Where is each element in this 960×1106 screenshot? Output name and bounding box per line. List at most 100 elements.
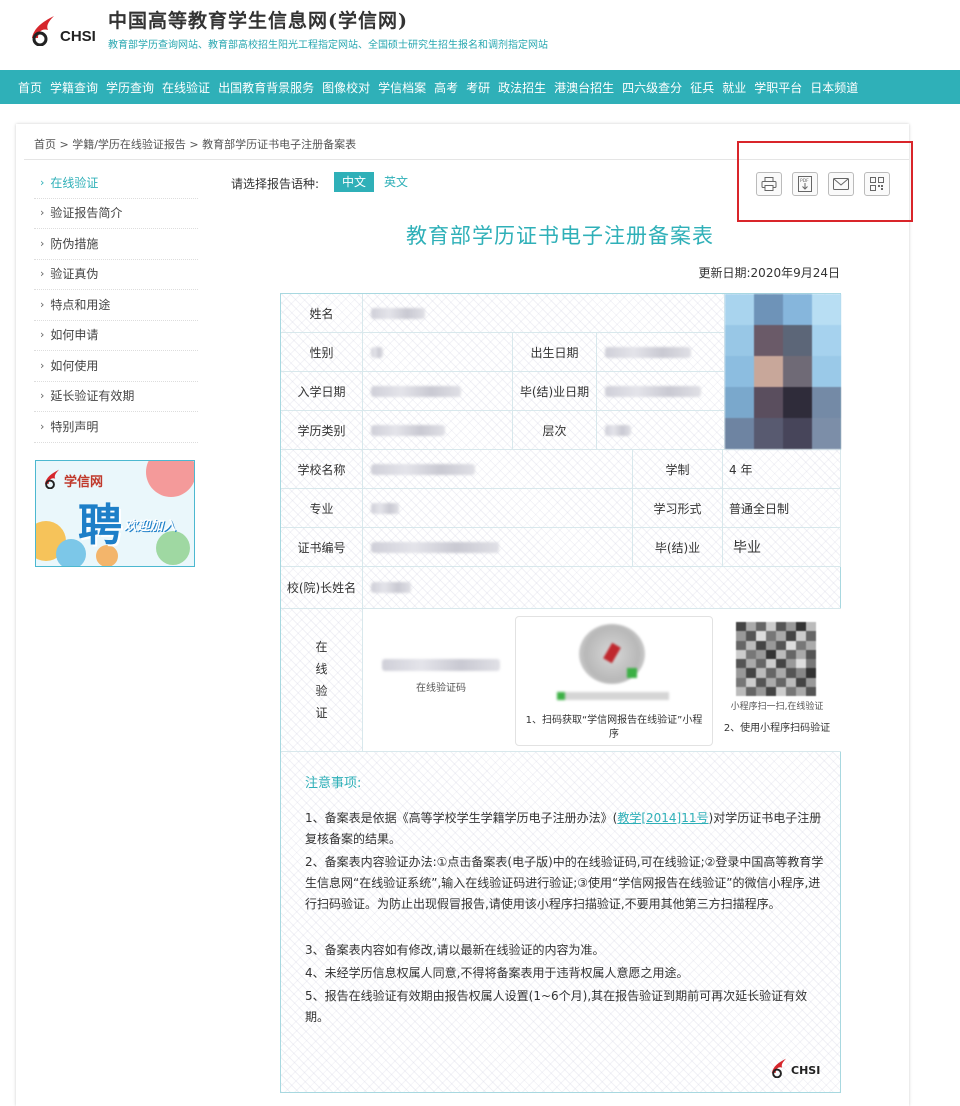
value-cert-no (363, 528, 633, 567)
sidebar-item-features[interactable]: › 特点和用途 (34, 290, 198, 321)
photo-pixel (754, 418, 783, 449)
qr2-caption: 2、使用小程序扫码验证 (723, 723, 831, 734)
qr-pixel (756, 640, 766, 650)
language-chinese-button[interactable]: 中文 (334, 172, 374, 192)
nav-item-employment[interactable]: 就业 (722, 79, 746, 96)
nav-item-gaokao[interactable]: 高考 (434, 79, 458, 96)
recruitment-banner[interactable]: 学信网 聘 欢迎加入 (35, 460, 195, 567)
footer-chsi-logo: CHSI (769, 1056, 829, 1080)
breadcrumb[interactable]: 首页 > 学籍/学历在线验证报告 > 教育部学历证书电子注册备案表 (34, 136, 356, 152)
qr-pixel (756, 631, 766, 641)
sidebar-item-anti-fake[interactable]: › 防伪措施 (34, 229, 198, 260)
chevron-right-icon: › (40, 297, 45, 311)
chevron-right-icon: › (40, 419, 45, 433)
main-nav: 首页 学籍查询 学历查询 在线验证 出国教育背景服务 图像校对 学信档案 高考 … (0, 70, 960, 104)
label-study-length: 学制 (633, 450, 723, 489)
banner-tagline: 欢迎加入 (124, 519, 177, 534)
qr-pixel (766, 640, 776, 650)
verify-code-block[interactable]: 在线验证码 (377, 656, 505, 694)
qr-pixel (806, 677, 816, 687)
sidebar-item-online-verify[interactable]: › 在线验证 (34, 168, 198, 199)
sidebar-item-extend-validity[interactable]: › 延长验证有效期 (34, 382, 198, 412)
chevron-right-icon: › (40, 389, 45, 403)
nav-item-online-verify[interactable]: 在线验证 (162, 79, 210, 96)
value-study-length: 4 年 (723, 450, 841, 489)
nav-item-cet-score[interactable]: 四六级查分 (622, 79, 682, 96)
chevron-right-icon: › (40, 267, 45, 281)
chsi-logo[interactable]: CHSI (24, 10, 98, 50)
logo-text: CHSI (60, 28, 96, 45)
photo-pixel (725, 356, 754, 387)
nav-item-enrollment-query[interactable]: 学籍查询 (50, 79, 98, 96)
qr-pixel (766, 677, 776, 687)
registration-table: 姓名 性别 出生日期 入学日期 毕(结)业日期 学历类别 层次 学校名称 学制 (280, 293, 841, 1093)
qr-pixel (806, 622, 816, 632)
qr-pixel (746, 686, 756, 696)
qr-pixel (776, 677, 786, 687)
qr-pixel (806, 649, 816, 659)
label-cert-no: 证书编号 (281, 528, 363, 567)
value-president (363, 567, 841, 609)
miniprogram-code[interactable] (579, 624, 645, 684)
value-major (363, 489, 633, 528)
sidebar-item-label: 如何使用 (50, 358, 99, 373)
photo-pixel (812, 387, 841, 418)
chevron-right-icon: › (40, 328, 45, 342)
language-english-button[interactable]: 英文 (384, 172, 408, 192)
notice-title: 注意事项: (305, 776, 362, 791)
qr-pixel (776, 659, 786, 669)
qr-pixel (776, 668, 786, 678)
qr-pixel (736, 659, 746, 669)
sidebar-item-verify-authenticity[interactable]: › 验证真伪 (34, 260, 198, 290)
sidebar-item-statement[interactable]: › 特别声明 (34, 412, 198, 443)
qr-pixel (736, 622, 746, 632)
nav-item-kaoyan[interactable]: 考研 (466, 79, 490, 96)
photo-pixel (754, 356, 783, 387)
sidebar-item-how-to-apply[interactable]: › 如何申请 (34, 321, 198, 351)
nav-item-archive[interactable]: 学信档案 (378, 79, 426, 96)
chsi-bird-icon (44, 469, 60, 489)
nav-item-japan[interactable]: 日本频道 (810, 79, 858, 96)
nav-item-degree-query[interactable]: 学历查询 (106, 79, 154, 96)
chsi-bird-icon (32, 16, 54, 46)
qr-pixel (746, 668, 756, 678)
label-school: 学校名称 (281, 450, 363, 489)
qr-pixel (756, 668, 766, 678)
value-birth-date (597, 333, 725, 372)
qr-pixel (776, 649, 786, 659)
nav-item-image-proof[interactable]: 图像校对 (322, 79, 370, 96)
chevron-right-icon: › (40, 358, 45, 372)
blurred-caption (557, 692, 669, 700)
decor-circle (156, 531, 190, 565)
photo-pixel (725, 325, 754, 356)
label-major: 专业 (281, 489, 363, 528)
qr-pixel (786, 649, 796, 659)
nav-item-law-admission[interactable]: 政法招生 (498, 79, 546, 96)
qr-pixel (746, 631, 756, 641)
nav-item-overseas-service[interactable]: 出国教育背景服务 (218, 79, 314, 96)
qr-pixel (796, 659, 806, 669)
qr-code-image[interactable] (736, 622, 816, 696)
sidebar-item-report-intro[interactable]: › 验证报告简介 (34, 199, 198, 229)
qr-pixel (786, 686, 796, 696)
value-school (363, 450, 633, 489)
nav-item-home[interactable]: 首页 (18, 79, 42, 96)
label-char: 证 (315, 706, 328, 720)
nav-item-career-platform[interactable]: 学职平台 (754, 79, 802, 96)
qr-pixel (736, 640, 746, 650)
photo-pixel (812, 325, 841, 356)
regulation-link[interactable]: 教学[2014]11号 (617, 811, 708, 825)
sidebar-item-label: 验证真伪 (50, 267, 99, 282)
nav-item-conscription[interactable]: 征兵 (690, 79, 714, 96)
verify-code-label: 在线验证码 (416, 683, 466, 694)
label-char: 线 (315, 662, 328, 676)
nav-item-hmt-admission[interactable]: 港澳台招生 (554, 79, 614, 96)
label-birth-date: 出生日期 (513, 333, 597, 372)
redacted-value (605, 346, 691, 358)
sidebar-item-how-to-use[interactable]: › 如何使用 (34, 351, 198, 382)
site-subtitle: 教育部学历查询网站、教育部高校招生阳光工程指定网站、全国硕士研究生招生报名和调剂… (108, 40, 548, 51)
qr-pixel (746, 649, 756, 659)
qr-pixel (796, 686, 806, 696)
sidebar-item-label: 特点和用途 (50, 297, 111, 312)
student-photo (725, 294, 841, 450)
